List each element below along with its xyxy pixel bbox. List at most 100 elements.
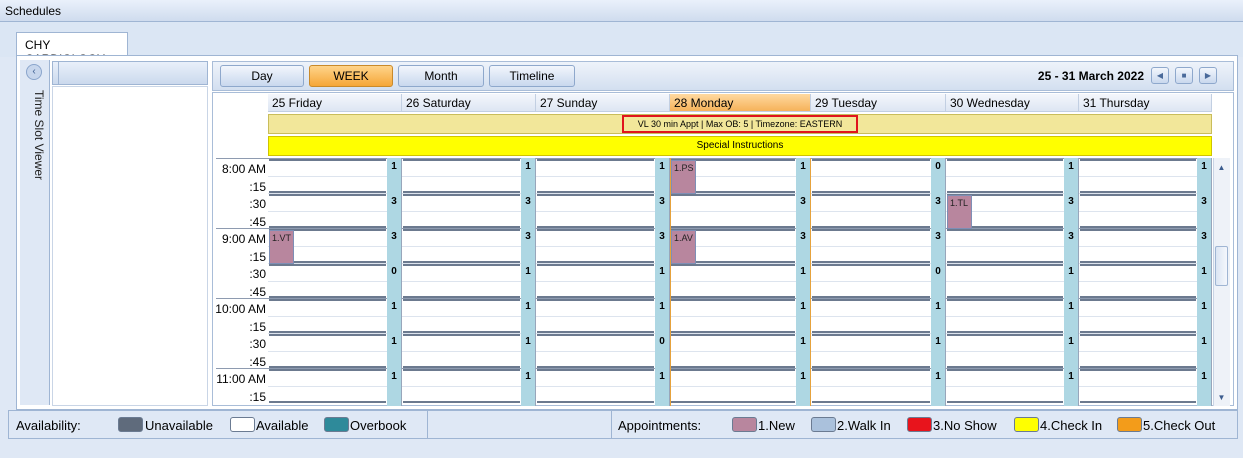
time-slot[interactable]: [269, 299, 386, 333]
time-slot[interactable]: [403, 194, 520, 228]
view-month-button[interactable]: Month: [398, 65, 484, 87]
time-slot[interactable]: [537, 369, 654, 403]
time-label: 10:00 AM: [215, 302, 266, 316]
time-slot[interactable]: [1080, 194, 1196, 228]
time-label: 9:00 AM: [221, 232, 266, 246]
time-slot[interactable]: [403, 264, 520, 298]
day-header[interactable]: 29 Tuesday: [811, 94, 946, 112]
time-slot[interactable]: [1080, 264, 1196, 298]
time-slot[interactable]: [1080, 229, 1196, 263]
chevron-left-icon[interactable]: ‹: [26, 64, 42, 80]
capacity-count: 3: [935, 196, 941, 207]
scrollbar-thumb[interactable]: [1215, 246, 1228, 286]
time-slot[interactable]: [537, 194, 654, 228]
check-in-swatch: [1014, 417, 1039, 432]
time-slot[interactable]: [537, 299, 654, 333]
capacity-count: 1: [391, 336, 397, 347]
time-slot[interactable]: [812, 264, 930, 298]
time-slot[interactable]: [812, 229, 930, 263]
time-slot[interactable]: [671, 334, 795, 368]
capacity-count: 1: [391, 301, 397, 312]
time-slot[interactable]: [947, 299, 1063, 333]
time-slot[interactable]: [537, 264, 654, 298]
time-slot[interactable]: [269, 264, 386, 298]
time-slot[interactable]: [947, 334, 1063, 368]
capacity-count: 0: [935, 161, 941, 172]
time-slot[interactable]: [671, 264, 795, 298]
time-slot[interactable]: [403, 334, 520, 368]
time-label: :15: [249, 389, 266, 404]
day-header[interactable]: 31 Thursday: [1079, 94, 1212, 112]
time-slot[interactable]: [1080, 369, 1196, 403]
time-slot[interactable]: [947, 229, 1063, 263]
arrow-right-icon[interactable]: ▶: [1199, 67, 1217, 84]
scroll-down-icon[interactable]: ▼: [1215, 392, 1228, 404]
capacity-count: 1: [525, 161, 531, 172]
capacity-count: 1: [1201, 371, 1207, 382]
day-header[interactable]: 27 Sunday: [536, 94, 670, 112]
date-range-label: 25 - 31 March 2022: [1037, 69, 1144, 83]
appointment[interactable]: 1.PS: [671, 160, 696, 194]
time-slot[interactable]: [537, 229, 654, 263]
time-slot[interactable]: [671, 369, 795, 403]
time-slot[interactable]: [403, 229, 520, 263]
view-day-button[interactable]: Day: [220, 65, 304, 87]
time-slot[interactable]: [671, 299, 795, 333]
view-timeline-button[interactable]: Timeline: [489, 65, 575, 87]
time-label: :15: [249, 179, 266, 194]
tab-chy-cardiology[interactable]: CHY CARDIOLOGY: [16, 32, 128, 66]
time-slot[interactable]: [403, 159, 520, 193]
time-slot[interactable]: [947, 264, 1063, 298]
new-label: 1.New: [758, 418, 795, 433]
time-slot[interactable]: [537, 334, 654, 368]
day-header[interactable]: 26 Saturday: [402, 94, 536, 112]
capacity-count: 1: [525, 371, 531, 382]
check-out-swatch: [1117, 417, 1142, 432]
capacity-count: 3: [659, 196, 665, 207]
day-header[interactable]: 25 Friday: [268, 94, 402, 112]
time-slot[interactable]: [269, 334, 386, 368]
time-slot[interactable]: [947, 159, 1063, 193]
appointment[interactable]: 1.TL: [947, 195, 972, 229]
arrow-left-icon[interactable]: ◀: [1151, 67, 1169, 84]
time-slot[interactable]: [403, 299, 520, 333]
time-slot[interactable]: [537, 159, 654, 193]
capacity-count: 0: [659, 336, 665, 347]
capacity-count: 1: [935, 371, 941, 382]
time-slot[interactable]: [812, 159, 930, 193]
time-slot[interactable]: [1080, 159, 1196, 193]
time-slot-viewer-header: [52, 61, 208, 85]
time-slot[interactable]: [947, 369, 1063, 403]
calendar-icon[interactable]: ■: [1175, 67, 1193, 84]
day-header[interactable]: 28 Monday: [670, 94, 811, 112]
no-show-label: 3.No Show: [933, 418, 997, 433]
appointment[interactable]: 1.AV: [671, 230, 696, 264]
info-bar-text: VL 30 min Appt | Max OB: 5 | Timezone: E…: [622, 115, 858, 133]
time-slot[interactable]: [269, 194, 386, 228]
appointments-label: Appointments:: [618, 418, 702, 433]
time-slot[interactable]: [812, 369, 930, 403]
check-in-label: 4.Check In: [1040, 418, 1103, 433]
special-instructions-bar[interactable]: Special Instructions: [268, 136, 1212, 156]
time-slot[interactable]: [671, 194, 795, 228]
capacity-count: 1: [391, 371, 397, 382]
time-slot[interactable]: [269, 159, 386, 193]
capacity-count: 3: [391, 196, 397, 207]
appointment[interactable]: 1.VT: [269, 230, 294, 264]
capacity-count: 1: [1201, 266, 1207, 277]
time-slot[interactable]: [812, 334, 930, 368]
capacity-count: 1: [1201, 301, 1207, 312]
scroll-up-icon[interactable]: ▲: [1215, 162, 1228, 174]
time-slot[interactable]: [812, 194, 930, 228]
time-slot[interactable]: [1080, 299, 1196, 333]
time-label: :15: [249, 319, 266, 334]
day-header[interactable]: 30 Wednesday: [946, 94, 1079, 112]
view-week-button[interactable]: WEEK: [309, 65, 393, 87]
time-slot[interactable]: [1080, 334, 1196, 368]
time-slot-viewer-label: Time Slot Viewer: [32, 90, 46, 181]
time-slot[interactable]: [812, 299, 930, 333]
time-slot[interactable]: [269, 369, 386, 403]
time-slot[interactable]: [403, 369, 520, 403]
time-label: :30: [249, 267, 266, 281]
capacity-count: 1: [800, 371, 806, 382]
